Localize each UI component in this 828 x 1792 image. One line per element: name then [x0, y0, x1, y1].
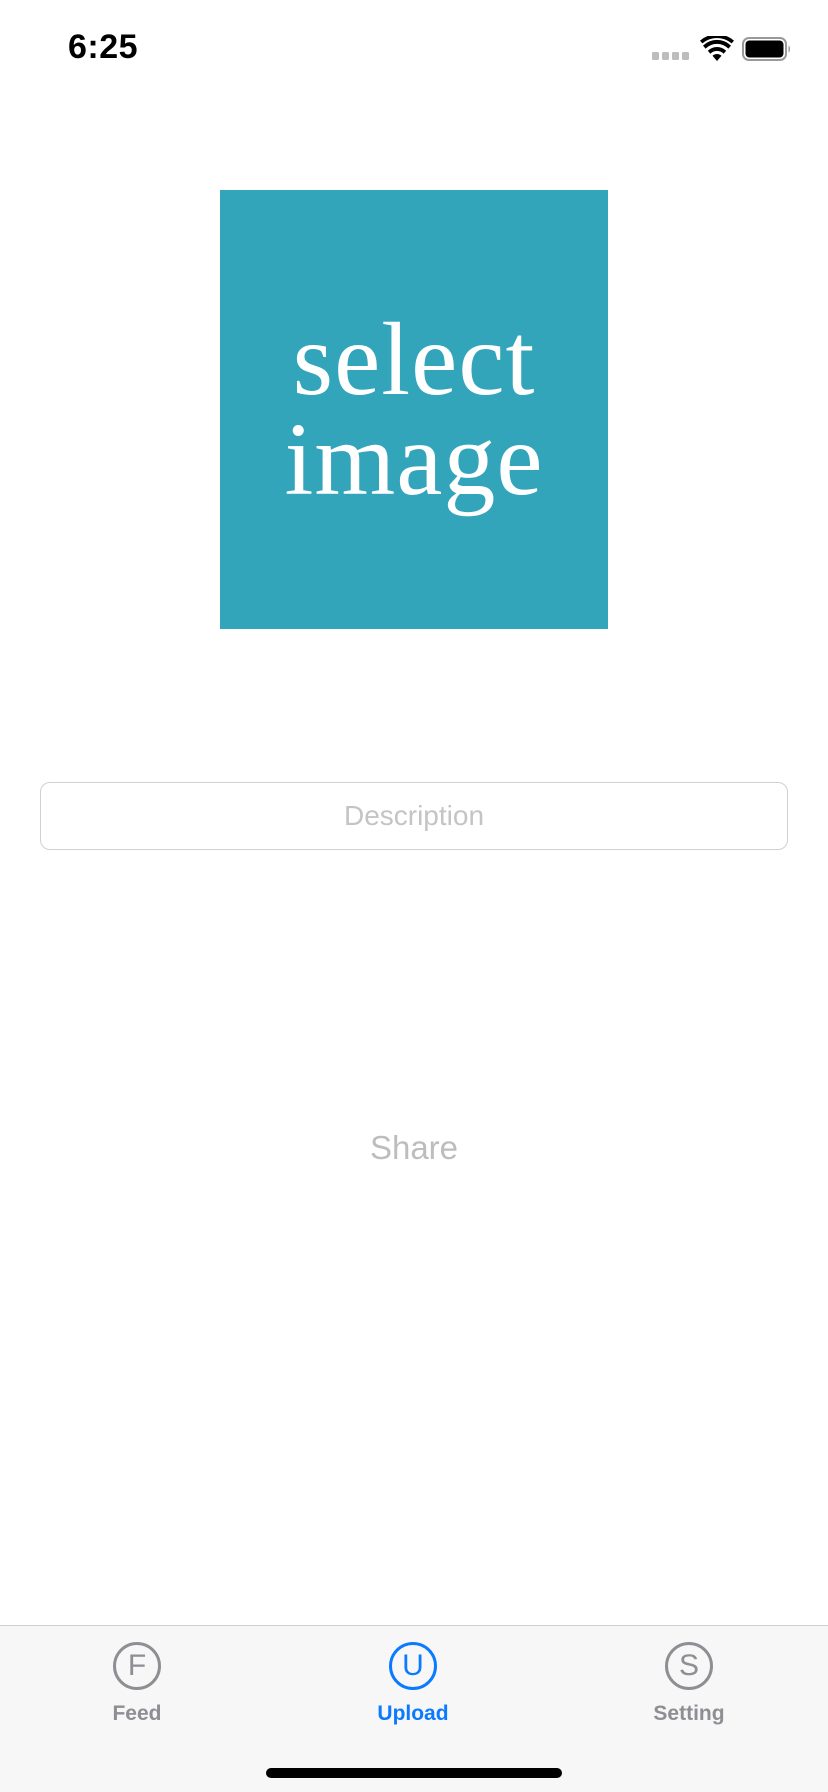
tab-setting-label: Setting	[653, 1702, 725, 1725]
tab-feed-label: Feed	[112, 1702, 162, 1725]
feed-circle-f-icon: F	[113, 1642, 161, 1690]
status-time: 6:25	[68, 28, 139, 66]
battery-full-icon	[742, 37, 790, 61]
upload-screen: 6:25 select image Share F Feed U U	[0, 0, 828, 1792]
tab-setting[interactable]: S Setting	[609, 1642, 769, 1742]
tab-upload-label: Upload	[377, 1702, 449, 1725]
select-image-line-1: select	[292, 301, 536, 417]
upload-circle-u-icon: U	[389, 1642, 437, 1690]
cellular-signal-icon	[652, 52, 690, 62]
setting-circle-s-icon: S	[665, 1642, 713, 1690]
tab-bar: F Feed U Upload S Setting	[0, 1625, 828, 1792]
tab-feed[interactable]: F Feed	[57, 1642, 217, 1742]
select-image-button[interactable]: select image	[220, 190, 608, 629]
status-bar: 6:25	[0, 0, 828, 96]
select-image-line-2: image	[284, 401, 544, 517]
share-button[interactable]: Share	[314, 1120, 514, 1176]
home-indicator	[266, 1768, 562, 1778]
description-field[interactable]	[40, 782, 788, 850]
wifi-icon	[700, 36, 734, 61]
tab-upload[interactable]: U Upload	[333, 1642, 493, 1742]
